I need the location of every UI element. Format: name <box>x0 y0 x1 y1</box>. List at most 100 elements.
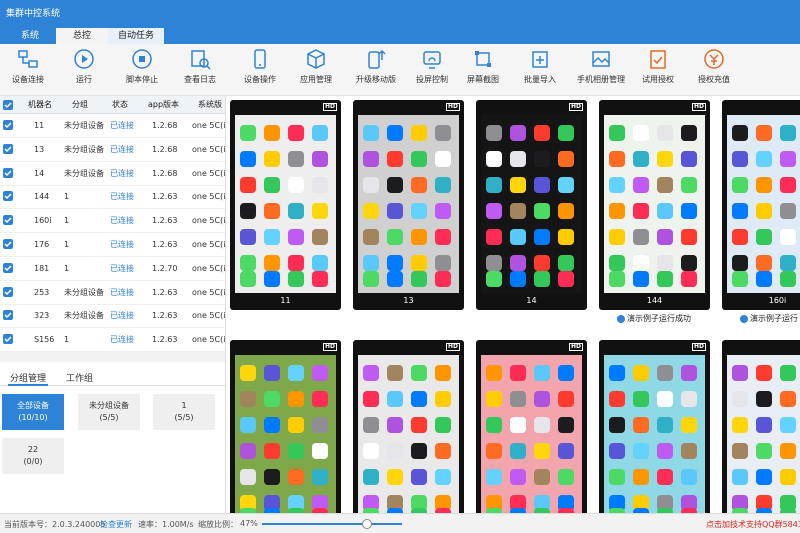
zoom-slider-knob[interactable] <box>362 519 372 529</box>
app-icon <box>312 229 328 245</box>
device-screen-name: 13 <box>403 296 414 305</box>
group-tile-1[interactable]: 1 (5/5) <box>153 394 215 430</box>
app-icon <box>387 365 403 381</box>
photo-manage-button[interactable]: 手机相册管理 <box>573 48 629 94</box>
group-count: (10/10) <box>18 413 48 422</box>
app-icon <box>264 229 280 245</box>
tab-auto-task[interactable]: 自动任务 <box>108 28 164 44</box>
cell-name: 176 <box>34 240 50 249</box>
row-checkbox[interactable] <box>3 286 13 297</box>
column-header-os-version[interactable]: 系统版 <box>198 96 222 114</box>
select-all-checkbox[interactable] <box>3 100 13 110</box>
row-checkbox[interactable] <box>3 191 13 202</box>
cast-control-button[interactable]: 投屏控制 <box>404 48 460 94</box>
app-icon <box>435 255 451 271</box>
table-row[interactable]: 323 未分组设备 已连接 1.2.63 one 5C(i <box>0 304 225 329</box>
group-tile-ungrouped[interactable]: 未分组设备 (5/5) <box>78 394 140 430</box>
table-row[interactable]: 11 未分组设备 已连接 1.2.68 one 5C(i <box>0 114 225 138</box>
row-checkbox[interactable] <box>3 334 13 345</box>
device-screen[interactable]: HD 13 <box>353 100 464 310</box>
device-screen-display[interactable] <box>481 115 582 293</box>
device-screen[interactable]: HD 14 <box>476 100 587 310</box>
row-checkbox[interactable] <box>3 167 13 178</box>
table-row[interactable]: 176 1 已连接 1.2.63 one 5C(i <box>0 233 225 257</box>
recharge-button[interactable]: 授权充值 <box>686 48 742 94</box>
app-icon <box>732 391 748 407</box>
device-screen-display[interactable] <box>358 115 459 293</box>
dock-icon <box>312 271 328 287</box>
app-icon <box>609 125 625 141</box>
app-icon <box>486 365 502 381</box>
batch-import-label: 批量导入 <box>524 75 556 84</box>
device-screen-display[interactable] <box>727 115 800 293</box>
app-icon <box>780 417 796 433</box>
app-icon <box>780 391 796 407</box>
device-operation-button[interactable]: 设备操作 <box>232 48 288 94</box>
batch-import-button[interactable]: 批量导入 <box>512 48 568 94</box>
device-screen[interactable]: HD160i <box>722 100 800 310</box>
tab-workgroup[interactable]: 工作组 <box>64 371 95 384</box>
row-checkbox[interactable] <box>3 239 13 249</box>
script-stop-label: 脚本停止 <box>126 75 158 84</box>
device-screen[interactable]: HD <box>230 340 341 513</box>
column-header-app-version[interactable]: app版本 <box>148 96 179 114</box>
app-icon <box>387 391 403 407</box>
device-screen[interactable]: HD <box>722 340 800 513</box>
cell-os-version: one 5C(i <box>192 144 226 154</box>
table-row[interactable]: 14 未分组设备 已连接 1.2.68 one 5C(i <box>0 162 225 186</box>
app-icon <box>534 151 550 167</box>
device-screen-display[interactable] <box>235 115 336 293</box>
device-screen[interactable]: HD <box>476 340 587 513</box>
device-screen[interactable]: HD 11 <box>230 100 341 310</box>
device-connect-button[interactable]: 设备连接 <box>0 48 56 94</box>
screenshot-button[interactable]: 屏幕截图 <box>455 48 511 94</box>
run-button[interactable]: 运行 <box>56 48 112 94</box>
row-checkbox[interactable] <box>3 143 13 154</box>
tab-control[interactable]: 总控 <box>56 28 108 44</box>
table-row[interactable]: 181 1 已连接 1.2.70 one 5C(i <box>0 257 225 281</box>
tab-group-manage[interactable]: 分组管理 <box>8 371 49 386</box>
cell-name: 14 <box>34 168 45 178</box>
view-log-button[interactable]: 查看日志 <box>172 48 228 94</box>
row-checkbox[interactable] <box>3 120 13 130</box>
table-row[interactable]: 13 未分组设备 已连接 1.2.68 one 5C(i <box>0 138 226 162</box>
table-row[interactable]: S156 1 已连接 1.2.63 one 5C(i <box>0 328 225 353</box>
row-checkbox[interactable] <box>3 215 13 226</box>
app-icon <box>240 125 256 141</box>
app-icon <box>780 229 796 245</box>
app-icon <box>558 365 574 381</box>
device-screen[interactable]: HD <box>353 340 464 513</box>
table-row[interactable]: 253 未分组设备 已连接 1.2.63 one 5C(i <box>0 281 225 305</box>
row-checkbox[interactable] <box>3 310 13 321</box>
device-screen-display[interactable] <box>481 355 582 513</box>
device-screen-display[interactable] <box>235 355 336 513</box>
group-tile-22[interactable]: 22 (0/0) <box>2 438 64 474</box>
device-screen-display[interactable] <box>604 355 705 513</box>
tab-system[interactable]: 系统 <box>4 28 56 44</box>
device-screen-display[interactable] <box>358 355 459 513</box>
column-header-status[interactable]: 状态 <box>112 96 128 114</box>
device-screen-display[interactable] <box>727 355 800 513</box>
table-row[interactable]: 144 1 已连接 1.2.63 one 5C(i <box>0 185 225 210</box>
table-horizontal-scrollbar[interactable] <box>0 352 225 362</box>
device-screen-display[interactable] <box>604 115 705 293</box>
cell-name: 11 <box>34 121 45 130</box>
app-window: 集群中控系统 系统 总控 自动任务 设备连接 运行 脚本停止 查看日志 设备操作… <box>0 0 800 533</box>
check-update-link[interactable]: 检查更新 <box>100 519 132 530</box>
table-row[interactable]: 160i 1 已连接 1.2.63 one 5C(i <box>0 209 225 234</box>
device-screen[interactable]: HD <box>599 340 710 513</box>
row-checkbox[interactable] <box>3 262 13 273</box>
app-icon <box>240 203 256 219</box>
device-screen[interactable]: HD 144 <box>599 100 710 310</box>
device-table-header: 机器名 分组 状态 app版本 系统版 <box>0 96 225 114</box>
app-manage-button[interactable]: 应用管理 <box>288 48 344 94</box>
script-stop-button[interactable]: 脚本停止 <box>114 48 170 94</box>
upgrade-mobile-button[interactable]: 升级移动版 <box>348 48 404 94</box>
zoom-slider[interactable] <box>262 519 402 529</box>
trial-license-button[interactable]: 试用授权 <box>630 48 686 94</box>
column-header-group[interactable]: 分组 <box>72 96 88 114</box>
column-header-name[interactable]: 机器名 <box>28 96 52 114</box>
support-link[interactable]: 点击加技术支持QQ群5843 <box>706 519 800 530</box>
group-tile-all[interactable]: 全部设备 (10/10) <box>2 394 64 430</box>
app-icon <box>558 443 574 459</box>
